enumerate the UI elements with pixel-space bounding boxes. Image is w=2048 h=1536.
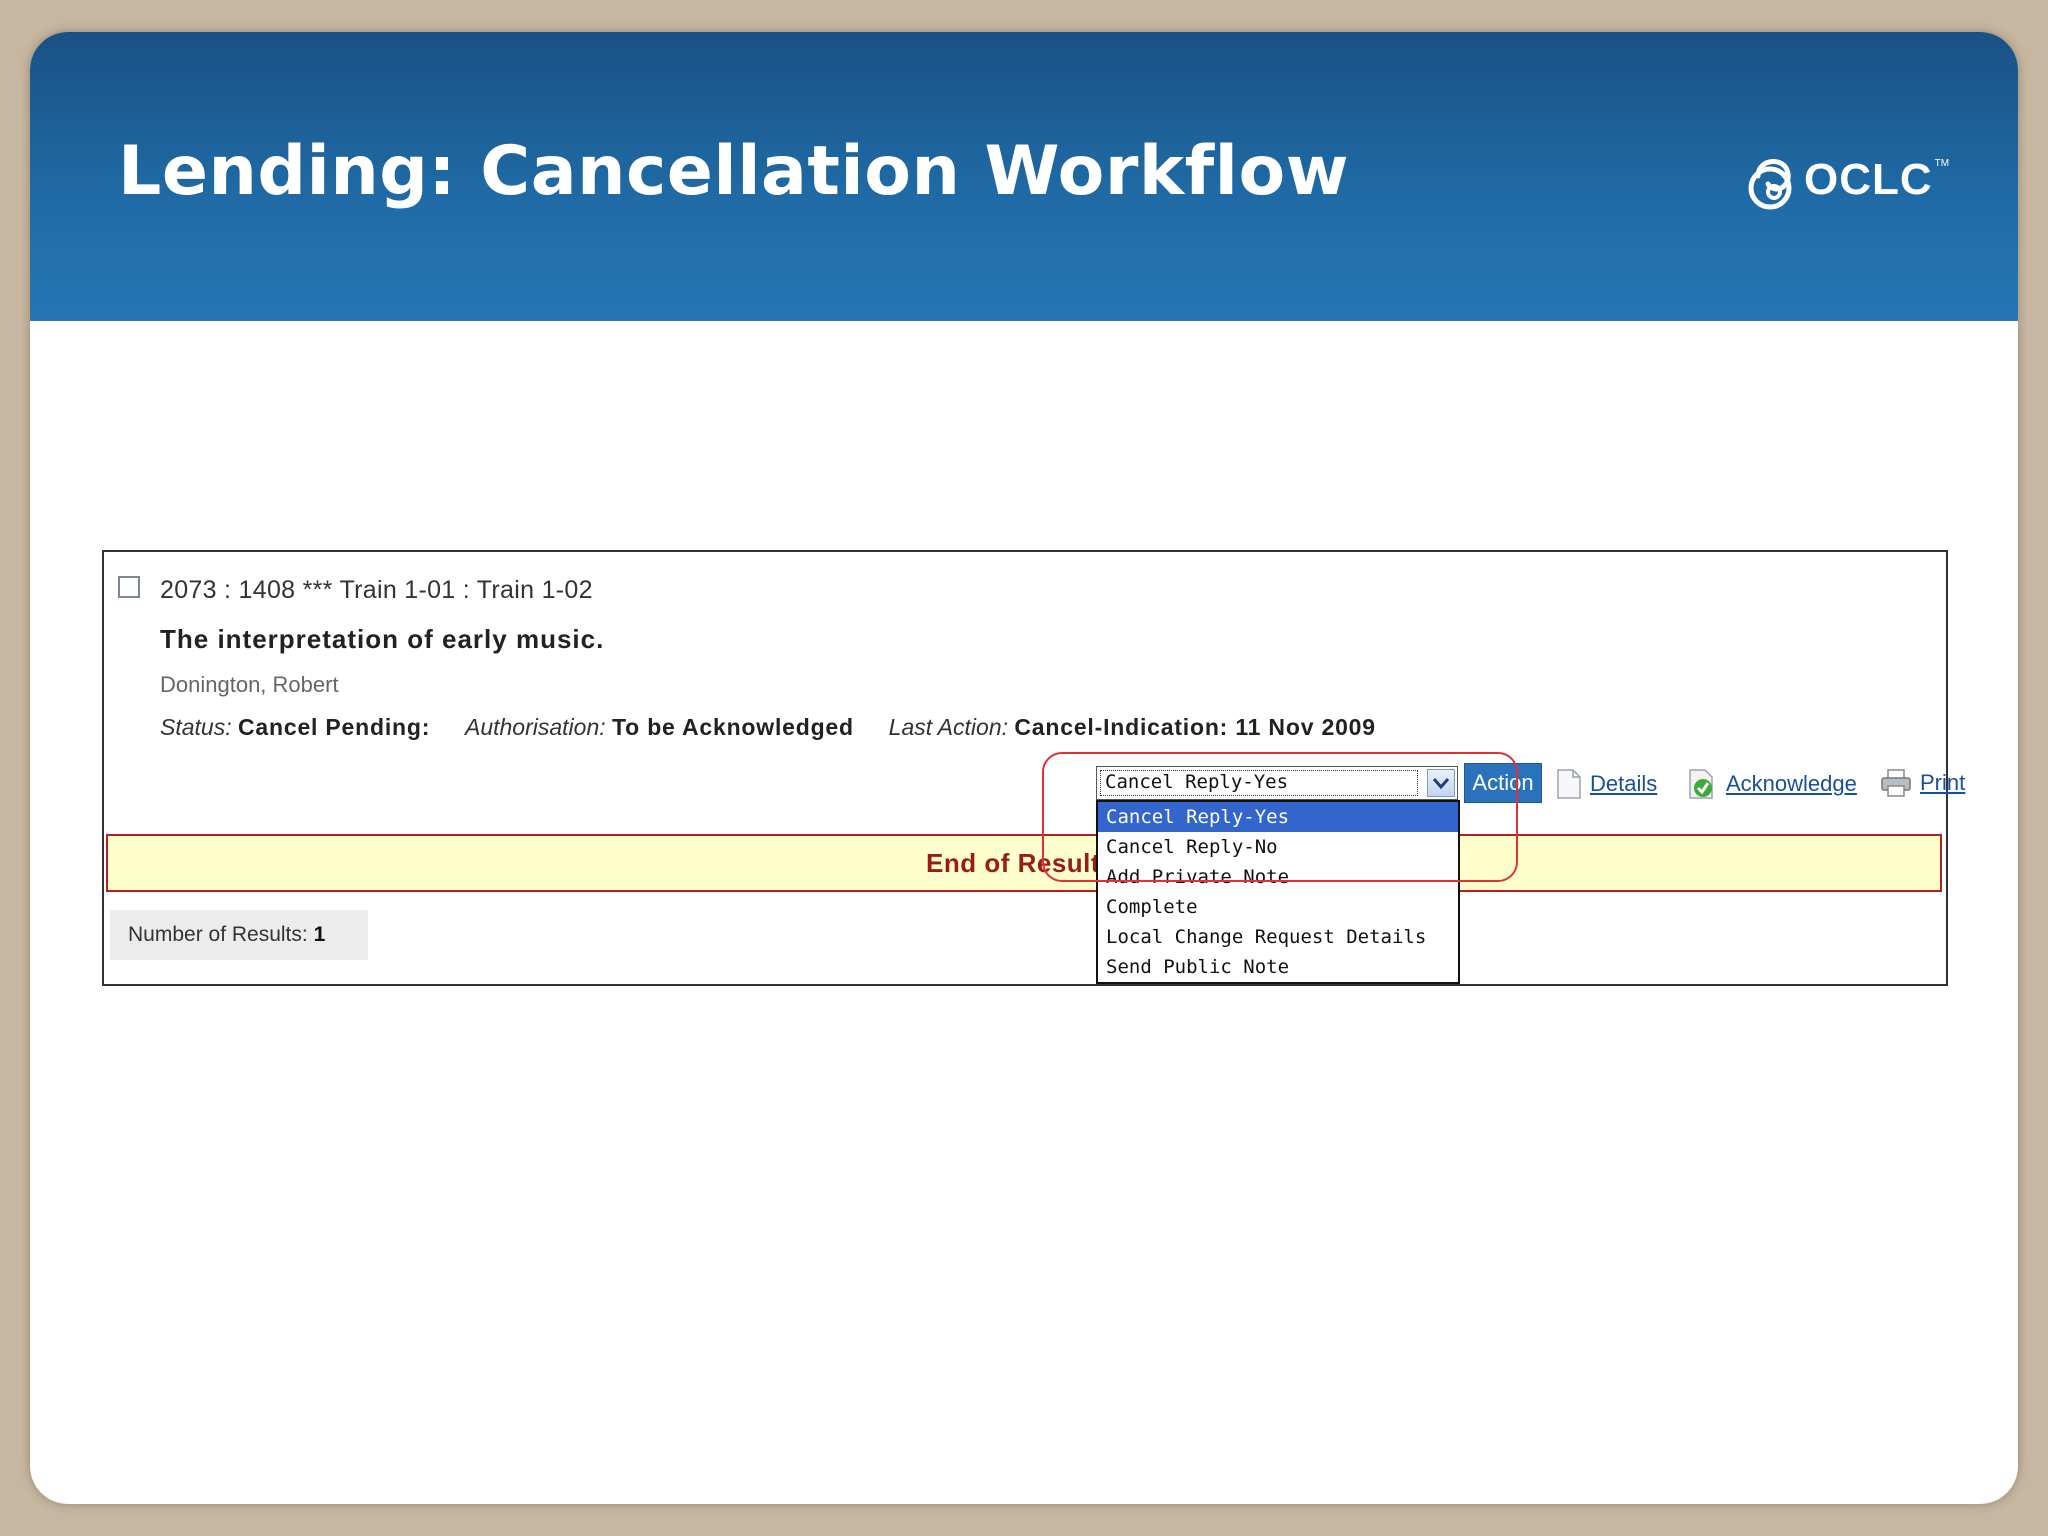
dropdown-option[interactable]: Send Public Note bbox=[1098, 952, 1458, 982]
acknowledge-link-group[interactable]: Acknowledge bbox=[1688, 768, 1857, 800]
logo-trademark: TM bbox=[1934, 158, 1950, 169]
printer-icon bbox=[1881, 769, 1911, 797]
document-icon bbox=[1557, 769, 1581, 799]
status-label: Status: bbox=[160, 714, 232, 740]
number-of-results: Number of Results: 1 bbox=[110, 910, 368, 960]
details-link[interactable]: Details bbox=[1590, 771, 1657, 797]
status-value: Cancel Pending: bbox=[238, 714, 431, 740]
details-link-group[interactable]: Details bbox=[1556, 768, 1657, 800]
last-action-label: Last Action: bbox=[888, 714, 1008, 740]
checkmark-icon bbox=[1689, 769, 1713, 799]
logo-text: OCLC bbox=[1804, 155, 1933, 204]
request-id-line: 2073 : 1408 *** Train 1-01 : Train 1-02 bbox=[160, 576, 593, 604]
dropdown-option[interactable]: Local Change Request Details bbox=[1098, 922, 1458, 952]
dropdown-option[interactable]: Complete bbox=[1098, 892, 1458, 922]
end-of-results-bar: End of Results bbox=[106, 834, 1942, 892]
oclc-logo: OCLC TM bbox=[1744, 144, 1949, 216]
callout-highlight bbox=[1042, 752, 1518, 882]
print-link-group[interactable]: Print bbox=[1880, 768, 1965, 798]
slide-title: Lending: Cancellation Workflow bbox=[118, 132, 1350, 211]
oclc-logo-icon bbox=[1748, 159, 1792, 210]
request-checkbox[interactable] bbox=[118, 576, 140, 598]
print-link[interactable]: Print bbox=[1920, 770, 1965, 796]
authorisation-label: Authorisation: bbox=[464, 714, 606, 740]
request-title: The interpretation of early music. bbox=[160, 624, 605, 654]
acknowledge-link[interactable]: Acknowledge bbox=[1726, 771, 1857, 797]
request-author: Donington, Robert bbox=[160, 672, 339, 697]
authorisation-value: To be Acknowledged bbox=[612, 714, 854, 740]
title-banner: Lending: Cancellation Workflow OCLC TM bbox=[30, 32, 2018, 321]
last-action-value: Cancel-Indication: 11 Nov 2009 bbox=[1014, 714, 1376, 740]
results-count-label: Number of Results: bbox=[128, 923, 308, 946]
slide: Lending: Cancellation Workflow OCLC TM 2… bbox=[30, 32, 2018, 1504]
status-line: Status: Cancel Pending: Authorisation: T… bbox=[160, 714, 1376, 741]
request-panel: 2073 : 1408 *** Train 1-01 : Train 1-02 … bbox=[102, 550, 1965, 986]
results-count-value: 1 bbox=[313, 923, 326, 946]
